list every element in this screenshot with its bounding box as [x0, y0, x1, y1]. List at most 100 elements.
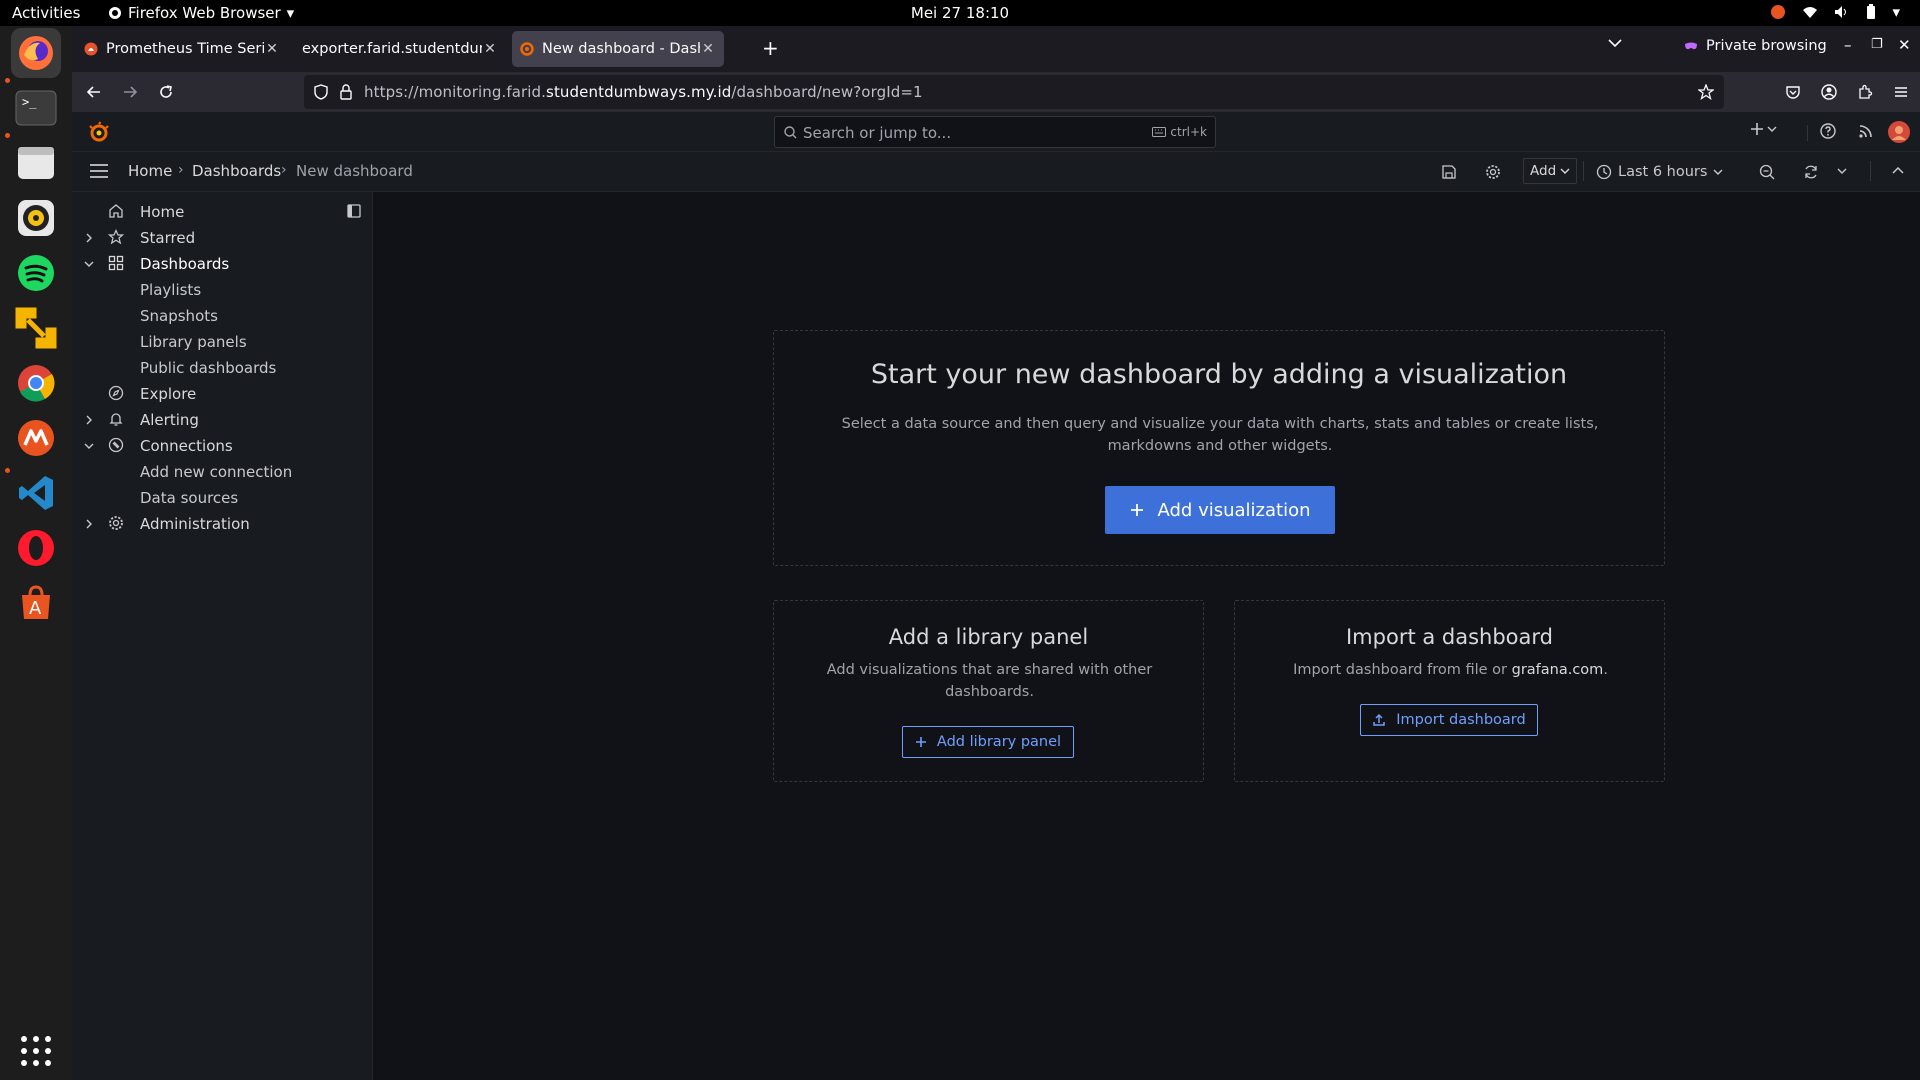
new-button[interactable] — [1750, 122, 1777, 136]
sidebar-item-explore[interactable]: Explore — [72, 380, 372, 408]
sidebar-item-label: Data sources — [140, 489, 239, 507]
divider — [1807, 125, 1808, 141]
lock-icon[interactable] — [340, 84, 352, 100]
account-button[interactable] — [1815, 78, 1843, 106]
back-button[interactable] — [80, 78, 108, 106]
chevron-right-icon[interactable] — [84, 413, 94, 427]
clock[interactable]: Mei 27 18:10 — [0, 4, 1920, 22]
add-visualization-button[interactable]: Add visualization — [1105, 486, 1335, 534]
search-icon — [784, 126, 797, 139]
time-range-picker[interactable]: Last 6 hours — [1596, 160, 1723, 184]
sidebar-item-add-new-connection[interactable]: Add new connection — [72, 458, 372, 486]
reload-icon — [160, 85, 172, 98]
url-text[interactable]: https://monitoring.farid.studentdumbways… — [364, 83, 923, 101]
import-dashboard-card: Import a dashboard Import dashboard from… — [1234, 600, 1665, 782]
sidebar-item-public-dashboards[interactable]: Public dashboards — [72, 354, 372, 382]
close-tab-icon[interactable]: ✕ — [482, 41, 498, 57]
opera-dock-icon[interactable] — [11, 523, 61, 573]
breadcrumb-home[interactable]: Home — [128, 162, 172, 180]
sidebar-item-library-panels[interactable]: Library panels — [72, 328, 372, 356]
add-library-panel-button[interactable]: Add library panel — [902, 726, 1074, 758]
import-dashboard-button[interactable]: Import dashboard — [1360, 704, 1538, 736]
refresh-interval-dropdown[interactable] — [1837, 167, 1847, 175]
app-center-dock-icon[interactable]: A — [11, 578, 61, 628]
tab-new-dashboard[interactable]: New dashboard - Dashboards ✕ — [512, 31, 724, 67]
sidebar-item-label: Add new connection — [140, 463, 293, 481]
chevron-right-icon[interactable] — [84, 517, 94, 531]
private-browsing-label: Private browsing — [1706, 38, 1827, 54]
address-bar[interactable]: https://monitoring.farid.studentdumbways… — [304, 75, 1724, 109]
tab-prometheus[interactable]: Prometheus Time Series ✕ — [76, 31, 288, 67]
spotify-dock-icon[interactable] — [11, 248, 61, 298]
grafana-logo-icon[interactable] — [88, 121, 110, 143]
save-dashboard-button[interactable] — [1441, 164, 1457, 180]
transfer-app-dock-icon[interactable] — [11, 303, 61, 353]
sidebar-item-home[interactable]: Home — [72, 198, 372, 226]
forward-button[interactable] — [116, 78, 144, 106]
firefox-dock-icon[interactable] — [11, 28, 61, 78]
tab-exporter[interactable]: exporter.farid.studentdumbways.my.id ✕ — [294, 31, 506, 67]
chrome-dock-icon[interactable] — [11, 358, 61, 408]
app-menu-button[interactable] — [1887, 78, 1915, 106]
sidebar-item-snapshots[interactable]: Snapshots — [72, 302, 372, 330]
mendeley-dock-icon[interactable] — [11, 413, 61, 463]
breadcrumb-dashboards[interactable]: Dashboards — [192, 162, 281, 180]
minimize-button[interactable]: – — [1844, 36, 1852, 54]
chevron-right-icon[interactable] — [84, 231, 94, 245]
news-button[interactable] — [1858, 123, 1874, 139]
refresh-button[interactable] — [1803, 164, 1819, 180]
reload-button[interactable] — [152, 78, 180, 106]
menu-toggle-button[interactable] — [90, 164, 108, 178]
prometheus-favicon-icon — [84, 42, 98, 56]
breadcrumb-separator-icon: › — [281, 162, 287, 178]
dashboard-settings-button[interactable] — [1485, 164, 1501, 180]
user-avatar[interactable] — [1888, 121, 1910, 143]
clock-icon — [1596, 164, 1612, 180]
close-window-button[interactable]: ✕ — [1898, 36, 1911, 54]
close-tab-icon[interactable]: ✕ — [700, 41, 716, 57]
list-all-tabs-icon[interactable] — [1608, 38, 1622, 48]
sidebar-item-playlists[interactable]: Playlists — [72, 276, 372, 304]
sidebar-item-starred[interactable]: Starred — [72, 224, 372, 252]
sidebar-item-label: Public dashboards — [140, 359, 277, 377]
bell-icon — [109, 413, 123, 426]
vscode-dock-icon[interactable] — [11, 468, 61, 518]
system-tray[interactable]: ▾ — [1770, 3, 1900, 21]
description-line: dashboards. — [945, 684, 1034, 700]
files-dock-icon[interactable] — [11, 138, 61, 188]
grafana-com-link[interactable]: grafana.com — [1512, 662, 1604, 678]
search-bar[interactable]: Search or jump to... ctrl+k — [774, 116, 1216, 148]
add-dropdown-button[interactable]: Add — [1523, 158, 1578, 184]
sidebar-item-alerting[interactable]: Alerting — [72, 406, 372, 434]
pocket-icon — [1786, 86, 1800, 99]
help-button[interactable] — [1820, 123, 1836, 139]
tracking-protection-shield-icon[interactable] — [314, 84, 328, 100]
add-library-panel-label: Add library panel — [936, 734, 1062, 750]
close-tab-icon[interactable]: ✕ — [264, 41, 280, 57]
rhythmbox-dock-icon[interactable] — [11, 193, 61, 243]
zoom-out-button[interactable] — [1759, 164, 1775, 180]
shortcut-label: ctrl+k — [1170, 125, 1207, 139]
search-shortcut: ctrl+k — [1152, 125, 1207, 139]
mega-menu: Home Starred Dashboards Playlists Snapsh… — [72, 192, 373, 1080]
terminal-dock-icon[interactable]: >_ — [11, 83, 61, 133]
hamburger-menu-icon — [90, 164, 108, 178]
new-tab-button[interactable]: + — [762, 36, 779, 60]
sidebar-item-data-sources[interactable]: Data sources — [72, 484, 372, 512]
description-line: Select a data source and then query and … — [841, 416, 1599, 432]
collapse-toolbar-button[interactable] — [1892, 167, 1904, 175]
battery-icon — [1867, 4, 1876, 19]
compass-icon — [108, 385, 124, 401]
bookmark-star-icon[interactable] — [1698, 84, 1714, 100]
restore-button[interactable]: ❐ — [1871, 37, 1883, 52]
chevron-down-icon[interactable] — [84, 439, 94, 453]
chevron-down-icon[interactable] — [84, 257, 94, 271]
sidebar-item-connections[interactable]: Connections — [72, 432, 372, 460]
show-apps-grid-icon[interactable] — [11, 1026, 61, 1076]
svg-text:>_: >_ — [22, 95, 37, 109]
sidebar-item-dashboards[interactable]: Dashboards — [72, 250, 372, 278]
pocket-button[interactable] — [1779, 78, 1807, 106]
extensions-button[interactable] — [1851, 78, 1879, 106]
sidebar-item-administration[interactable]: Administration — [72, 510, 372, 538]
sidebar-item-label: Home — [140, 203, 185, 221]
